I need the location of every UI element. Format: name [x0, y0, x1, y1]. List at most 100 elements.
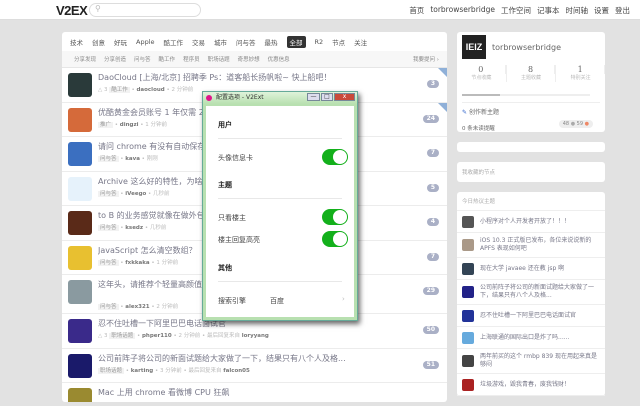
author[interactable]: dingzi	[120, 122, 139, 128]
user-avatar[interactable]	[68, 107, 92, 132]
author[interactable]: ksedz	[125, 225, 143, 231]
author[interactable]: alex321	[125, 304, 149, 310]
user-avatar[interactable]	[68, 176, 92, 201]
hot-topics-title: 今日热议主题	[457, 192, 605, 211]
tab-2[interactable]: 好玩	[114, 37, 127, 47]
sub-tab[interactable]: 分享创造	[104, 55, 126, 63]
node-tag[interactable]: 职场话题	[98, 367, 125, 374]
hot-topic-item[interactable]: 忍不住吐槽一下阿里巴巴电话面试官	[457, 305, 605, 327]
tab-7[interactable]: 问与答	[236, 37, 256, 47]
node-tag[interactable]: 职场话题	[109, 333, 136, 339]
author[interactable]: phper110	[142, 333, 172, 339]
tab-9[interactable]: 全部	[286, 35, 306, 48]
minimize-button[interactable]: —	[307, 93, 320, 101]
nav-link[interactable]: 时间轴	[566, 5, 589, 16]
nav-link[interactable]: 登出	[615, 5, 630, 16]
reply-count[interactable]: 24	[422, 114, 439, 123]
tab-8[interactable]: 最热	[265, 37, 278, 47]
hot-topic-item[interactable]: 上海联通的国际出口是炸了吗......	[457, 327, 605, 349]
logo[interactable]: V2EX	[56, 3, 88, 18]
tab-4[interactable]: 酷工作	[164, 37, 184, 47]
op-only-toggle[interactable]	[322, 209, 348, 225]
reply-count[interactable]: 7	[426, 252, 439, 261]
sub-tab[interactable]: 职场话题	[208, 55, 230, 63]
hot-topic-item[interactable]: 现在大学 javaee 还在教 jsp 啊	[457, 258, 605, 280]
ask-question-link[interactable]: 我要提问 ›	[413, 55, 439, 63]
node-tag[interactable]: 酷工作	[109, 87, 130, 93]
reply-count[interactable]: 7	[426, 149, 439, 157]
user-avatar[interactable]	[68, 245, 92, 270]
author[interactable]: iVeego	[125, 191, 146, 197]
user-avatar[interactable]	[68, 211, 92, 235]
topic-title[interactable]: DaoCloud [上海/北京] 招聘季 Ps：道客船长扬帆啦~ 快上船吧！	[98, 73, 418, 83]
maximize-button[interactable]: □	[321, 93, 333, 101]
node-tag[interactable]: 推广	[98, 121, 114, 128]
sub-tab[interactable]: 奇思妙想	[238, 55, 260, 63]
tab-12[interactable]: 关注	[354, 37, 367, 47]
close-button[interactable]: x	[334, 93, 355, 101]
sub-tab[interactable]: 优惠信息	[268, 55, 290, 63]
nav-link[interactable]: torbrowserbridge	[430, 5, 495, 16]
user-avatar[interactable]	[68, 73, 92, 97]
hot-topic-item[interactable]: 小程序对个人开发者开放了！！！	[457, 211, 605, 233]
search-input[interactable]: ⚲	[89, 3, 201, 17]
sub-tab[interactable]: 问与答	[134, 55, 151, 63]
reply-count[interactable]: 51	[422, 360, 439, 369]
last-replier[interactable]: loryyang	[242, 333, 269, 339]
author[interactable]: fxkkaka	[125, 260, 149, 266]
nav-link[interactable]: 设置	[594, 5, 609, 16]
sub-tab[interactable]: 酷工作	[159, 55, 176, 63]
nav-link[interactable]: 记事本	[537, 5, 560, 16]
node-tag[interactable]: 问与答	[98, 259, 119, 266]
avatar[interactable]: IEIZ	[462, 35, 486, 59]
tab-10[interactable]: R2	[315, 38, 324, 46]
stat-label: 特别关注	[570, 75, 591, 81]
author[interactable]: daocloud	[137, 87, 165, 93]
divider	[218, 281, 342, 282]
username[interactable]: torbrowserbridge	[492, 43, 561, 52]
node-tag[interactable]: 问与答	[98, 304, 119, 310]
create-topic-link[interactable]: ✎ 创作新主题	[462, 102, 600, 116]
hot-topic-item[interactable]: 垃圾游戏，毁我青春，废我钱财！	[457, 374, 605, 396]
author[interactable]: kava	[125, 156, 140, 162]
reply-count[interactable]: 4	[426, 218, 439, 226]
user-avatar[interactable]	[68, 353, 92, 378]
user-avatar[interactable]	[68, 280, 92, 304]
avatar-card-toggle[interactable]	[322, 149, 348, 165]
tab-1[interactable]: 创意	[92, 37, 105, 47]
balance[interactable]: 48 ● 59 ●	[558, 120, 593, 128]
sub-tab[interactable]: 分享发现	[74, 55, 96, 63]
nav-link[interactable]: 工作空间	[501, 5, 531, 16]
hot-topic-item[interactable]: 两年前买的这个 rmbp 839 现在用起来真是够闷	[457, 349, 605, 374]
last-replier[interactable]: falcon05	[223, 368, 250, 374]
hot-topic-item[interactable]: 公司前阵子将公司的新面试题给大家做了一下，结果只有八个人及格...	[457, 280, 605, 305]
stat-0[interactable]: 0 节点收藏	[457, 65, 507, 82]
author[interactable]: karting	[131, 368, 153, 374]
time: 几秒前	[153, 190, 170, 197]
tab-6[interactable]: 城市	[214, 37, 227, 47]
node-tag[interactable]: 问与答	[98, 190, 119, 197]
node-tag[interactable]: 问与答	[98, 225, 119, 231]
reply-count[interactable]: 50	[422, 326, 439, 334]
reply-count[interactable]: 5	[426, 183, 439, 192]
sub-tab[interactable]: 程序员	[183, 55, 200, 63]
stat-2[interactable]: 1 特别关注	[556, 65, 606, 82]
user-avatar[interactable]	[68, 142, 92, 166]
reply-count[interactable]: 29	[422, 287, 439, 295]
op-highlight-toggle[interactable]	[322, 231, 348, 247]
tab-5[interactable]: 交易	[192, 37, 205, 47]
tab-3[interactable]: Apple	[136, 38, 155, 46]
tab-11[interactable]: 节点	[332, 37, 345, 47]
topic-meta: △ 3 酷工作 • daocloud • 2 分钟前	[98, 87, 194, 93]
reply-count[interactable]: 3	[426, 80, 439, 88]
unread-notifications[interactable]: 0 条未读提醒	[462, 124, 495, 132]
user-avatar[interactable]	[68, 319, 92, 343]
stat-1[interactable]: 8 主题收藏	[507, 65, 557, 82]
tab-0[interactable]: 技术	[70, 37, 83, 47]
hot-topic-item[interactable]: iOS 10.3 正式版已发布，各位来说说新的 APFS 表现如何吧	[457, 233, 605, 258]
node-tag[interactable]: 问与答	[98, 156, 119, 162]
topic-title[interactable]: 公司前阵子将公司的新面试题给大家做了一下，结果只有八个人及格...	[98, 354, 418, 364]
dialog-titlebar[interactable]: 配置选项 - V2Ext — □ x	[203, 92, 357, 104]
topic-title[interactable]: Mac 上用 chrome 看微博 CPU 狂飙	[98, 388, 418, 398]
nav-link[interactable]: 首页	[409, 5, 424, 16]
